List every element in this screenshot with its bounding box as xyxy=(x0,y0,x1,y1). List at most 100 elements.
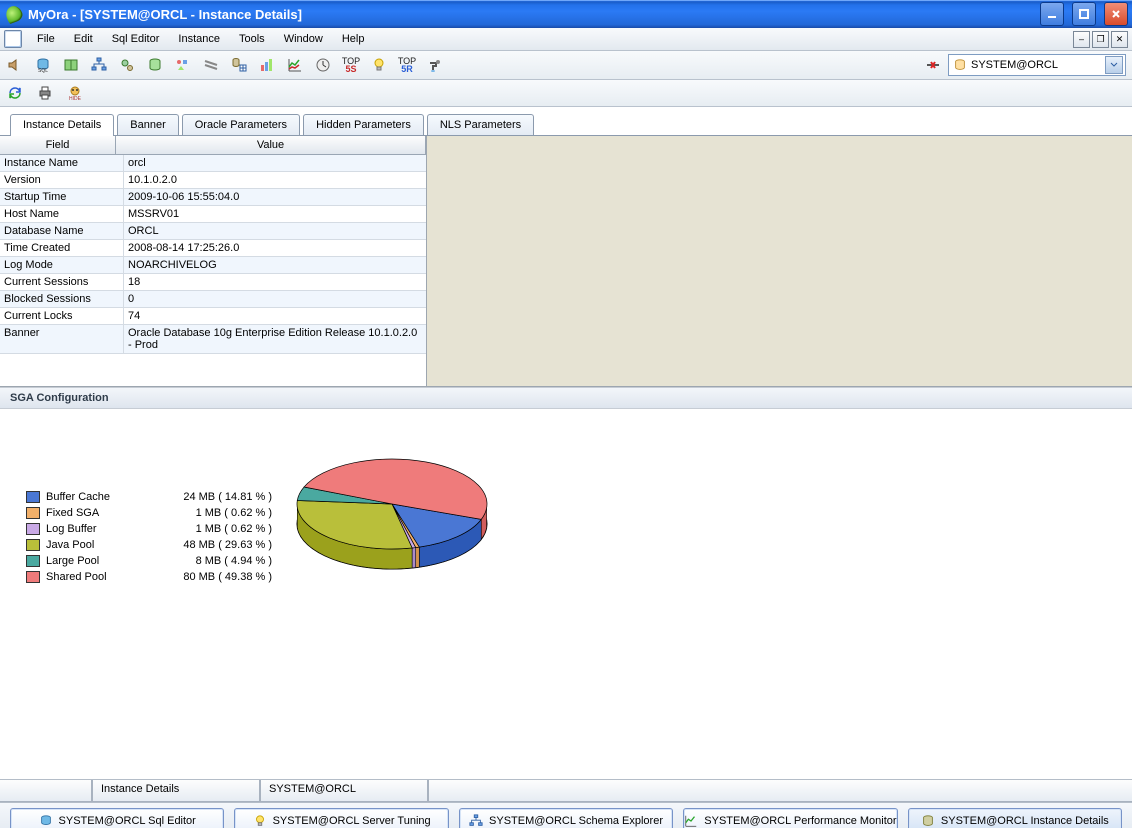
grip-icon[interactable] xyxy=(202,56,220,74)
menu-help[interactable]: Help xyxy=(334,31,373,47)
task-button[interactable]: SYSTEM@ORCL Sql Editor xyxy=(10,808,224,828)
top5r-icon[interactable]: TOP5R xyxy=(398,56,416,74)
tree-icon[interactable] xyxy=(90,56,108,74)
cell-value: 2009-10-06 15:55:04.0 xyxy=(124,189,426,205)
table-row[interactable]: Instance Nameorcl xyxy=(0,155,426,172)
window-minimize-button[interactable] xyxy=(1040,2,1064,26)
window-title: MyOra - [SYSTEM@ORCL - Instance Details] xyxy=(28,7,302,22)
app-icon xyxy=(4,4,25,25)
table-row[interactable]: Database NameORCL xyxy=(0,223,426,240)
legend-swatch xyxy=(26,555,40,567)
table-row[interactable]: BannerOracle Database 10g Enterprise Edi… xyxy=(0,325,426,354)
doc-tab-spacer xyxy=(0,780,92,802)
task-button-label: SYSTEM@ORCL Schema Explorer xyxy=(489,815,663,827)
cell-value: ORCL xyxy=(124,223,426,239)
legend-item: Fixed SGA1 MB ( 0.62 % ) xyxy=(26,505,272,521)
menu-edit[interactable]: Edit xyxy=(66,31,101,47)
grid-rows: Instance NameorclVersion10.1.0.2.0Startu… xyxy=(0,155,426,386)
cell-field: Instance Name xyxy=(0,155,124,171)
task-button-label: SYSTEM@ORCL Performance Monitor xyxy=(704,815,896,827)
main-panel: Field Value Instance NameorclVersion10.1… xyxy=(0,136,1132,387)
cell-field: Current Sessions xyxy=(0,274,124,290)
task-button[interactable]: SYSTEM@ORCL Schema Explorer xyxy=(459,808,673,828)
sql-icon[interactable]: SQL xyxy=(34,56,52,74)
combo-arrow-icon[interactable] xyxy=(1105,56,1123,74)
legend-item: Log Buffer1 MB ( 0.62 % ) xyxy=(26,521,272,537)
doc-tab-instance-details[interactable]: Instance Details xyxy=(92,780,260,802)
legend-swatch xyxy=(26,507,40,519)
cell-value: 10.1.0.2.0 xyxy=(124,172,426,188)
table-row[interactable]: Current Locks74 xyxy=(0,308,426,325)
cell-value: 2008-08-14 17:25:26.0 xyxy=(124,240,426,256)
shapes-icon[interactable] xyxy=(174,56,192,74)
connection-combo[interactable]: SYSTEM@ORCL xyxy=(948,54,1126,76)
tab-banner[interactable]: Banner xyxy=(117,114,178,135)
table-row[interactable]: Blocked Sessions0 xyxy=(0,291,426,308)
top5s-icon[interactable]: TOP5S xyxy=(342,56,360,74)
hide-icon[interactable]: HIDE xyxy=(66,84,84,102)
task-button[interactable]: SYSTEM@ORCL Performance Monitor xyxy=(683,808,897,828)
right-blank-panel xyxy=(427,136,1132,386)
task-button-label: SYSTEM@ORCL Server Tuning xyxy=(273,815,431,827)
doc-tab-system-orcl[interactable]: SYSTEM@ORCL xyxy=(260,780,428,802)
table-row[interactable]: Startup Time2009-10-06 15:55:04.0 xyxy=(0,189,426,206)
tab-oracle-parameters[interactable]: Oracle Parameters xyxy=(182,114,300,135)
mdi-restore-button[interactable]: ❐ xyxy=(1092,31,1109,48)
table-row[interactable]: Version10.1.0.2.0 xyxy=(0,172,426,189)
legend-swatch xyxy=(26,491,40,503)
task-button[interactable]: SYSTEM@ORCL Instance Details xyxy=(908,808,1122,828)
svg-text:SQL: SQL xyxy=(38,68,48,73)
menu-instance[interactable]: Instance xyxy=(170,31,228,47)
cell-value: 74 xyxy=(124,308,426,324)
task-button-label: SYSTEM@ORCL Sql Editor xyxy=(59,815,196,827)
book-icon[interactable] xyxy=(62,56,80,74)
mdi-close-button[interactable]: ✕ xyxy=(1111,31,1128,48)
cell-field: Log Mode xyxy=(0,257,124,273)
menu-sql-editor[interactable]: Sql Editor xyxy=(104,31,168,47)
legend-value: 1 MB ( 0.62 % ) xyxy=(132,507,272,519)
menu-bar: File Edit Sql Editor Instance Tools Wind… xyxy=(0,28,1132,51)
clock-icon[interactable] xyxy=(314,56,332,74)
cell-field: Blocked Sessions xyxy=(0,291,124,307)
legend-label: Buffer Cache xyxy=(46,491,126,503)
grid-header-value[interactable]: Value xyxy=(116,136,426,154)
cell-value: 18 xyxy=(124,274,426,290)
table-row[interactable]: Host NameMSSRV01 xyxy=(0,206,426,223)
main-toolbar: SQL TOP5S TOP5R SYSTEM@ORCL xyxy=(0,51,1132,80)
print-icon[interactable] xyxy=(36,84,54,102)
db-grid-icon[interactable] xyxy=(230,56,248,74)
window-maximize-button[interactable] xyxy=(1072,2,1096,26)
speaker-icon[interactable] xyxy=(6,56,24,74)
menu-tools[interactable]: Tools xyxy=(231,31,273,47)
tab-hidden-parameters[interactable]: Hidden Parameters xyxy=(303,114,424,135)
disconnect-icon[interactable] xyxy=(924,56,942,74)
table-row[interactable]: Log ModeNOARCHIVELOG xyxy=(0,257,426,274)
document-tabs: Instance Details SYSTEM@ORCL xyxy=(0,779,1132,802)
cell-field: Startup Time xyxy=(0,189,124,205)
chart-area: Buffer Cache24 MB ( 14.81 % )Fixed SGA1 … xyxy=(0,409,1132,779)
mdi-minimize-button[interactable]: ‒ xyxy=(1073,31,1090,48)
chart-icon[interactable] xyxy=(286,56,304,74)
tap-icon[interactable] xyxy=(426,56,444,74)
title-bar: MyOra - [SYSTEM@ORCL - Instance Details] xyxy=(0,0,1132,28)
grid-header-field[interactable]: Field xyxy=(0,136,116,154)
bulb-icon[interactable] xyxy=(370,56,388,74)
menu-window[interactable]: Window xyxy=(276,31,331,47)
task-button[interactable]: SYSTEM@ORCL Server Tuning xyxy=(234,808,448,828)
doc-tab-filler xyxy=(428,780,1132,802)
db3d-icon[interactable] xyxy=(146,56,164,74)
refresh-icon[interactable] xyxy=(6,84,24,102)
tab-instance-details[interactable]: Instance Details xyxy=(10,114,114,135)
bars-icon[interactable] xyxy=(258,56,276,74)
table-row[interactable]: Time Created2008-08-14 17:25:26.0 xyxy=(0,240,426,257)
gears-icon[interactable] xyxy=(118,56,136,74)
legend-label: Log Buffer xyxy=(46,523,126,535)
legend-item: Large Pool8 MB ( 4.94 % ) xyxy=(26,553,272,569)
legend-swatch xyxy=(26,523,40,535)
tab-nls-parameters[interactable]: NLS Parameters xyxy=(427,114,534,135)
table-row[interactable]: Current Sessions18 xyxy=(0,274,426,291)
window-close-button[interactable] xyxy=(1104,2,1128,26)
sga-section: SGA Configuration Buffer Cache24 MB ( 14… xyxy=(0,387,1132,779)
legend-swatch xyxy=(26,571,40,583)
menu-file[interactable]: File xyxy=(29,31,63,47)
